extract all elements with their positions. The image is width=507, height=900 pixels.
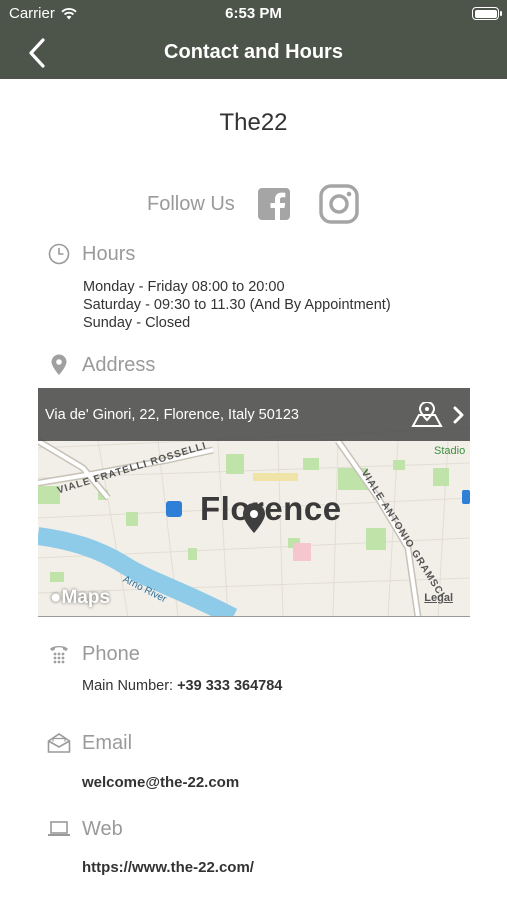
map-view[interactable]: VIALE FRATELLI ROSSELLI VIALE ANTONIO GR…: [38, 388, 470, 617]
web-value[interactable]: https://www.the-22.com/: [82, 859, 254, 876]
address-label: Address: [82, 353, 156, 376]
phone-heading: Phone: [47, 642, 140, 666]
phone-label: Phone: [82, 642, 140, 665]
map-pin-icon: [243, 503, 265, 533]
email-heading: Email: [47, 731, 132, 755]
location-pin-icon: [47, 353, 71, 377]
map-address-bar[interactable]: Via de' Ginori, 22, Florence, Italy 5012…: [38, 388, 470, 441]
telephone-icon: [47, 642, 71, 666]
envelope-icon: [47, 731, 71, 755]
instagram-icon[interactable]: [319, 184, 359, 224]
social-links: Follow Us: [147, 184, 359, 224]
address-heading: Address: [47, 353, 155, 377]
hours-line: Monday - Friday 08:00 to 20:00: [83, 279, 285, 295]
hours-line: Saturday - 09:30 to 11.30 (And By Appoin…: [83, 297, 391, 313]
map-city-label: Florence: [200, 490, 342, 527]
chevron-right-icon[interactable]: [452, 405, 464, 425]
legal-link[interactable]: Legal: [424, 592, 453, 604]
hours-label: Hours: [82, 242, 136, 265]
poi-label: Stadio: [434, 445, 466, 457]
status-time: 6:53 PM: [225, 5, 282, 22]
clock-icon: [47, 242, 71, 266]
hours-heading: Hours: [47, 242, 135, 266]
business-name: The22: [219, 109, 288, 136]
follow-us-label: Follow Us: [147, 192, 235, 215]
page-title: Contact and Hours: [164, 41, 343, 63]
map-address-text: Via de' Ginori, 22, Florence, Italy 5012…: [45, 407, 299, 423]
phone-line: Main Number: +39 333 364784: [82, 678, 282, 694]
phone-number[interactable]: +39 333 364784: [177, 678, 282, 694]
apple-maps-logo: ●Maps: [50, 587, 111, 608]
navigation-bar: Contact and Hours: [0, 28, 507, 79]
battery-icon: [472, 7, 502, 20]
status-bar: Carrier 6:53 PM: [0, 0, 507, 28]
hours-line: Sunday - Closed: [83, 315, 191, 331]
phone-prefix: Main Number:: [82, 678, 174, 694]
email-value[interactable]: welcome@the-22.com: [82, 774, 239, 791]
maps-logo-text: Maps: [61, 587, 111, 608]
laptop-icon: [47, 817, 71, 841]
directions-map-icon[interactable]: [410, 402, 444, 428]
web-label: Web: [82, 817, 123, 840]
hours-list: Monday - Friday 08:00 to 20:00 Saturday …: [83, 278, 391, 332]
email-label: Email: [82, 731, 133, 754]
web-heading: Web: [47, 817, 123, 841]
facebook-icon[interactable]: [257, 187, 291, 221]
